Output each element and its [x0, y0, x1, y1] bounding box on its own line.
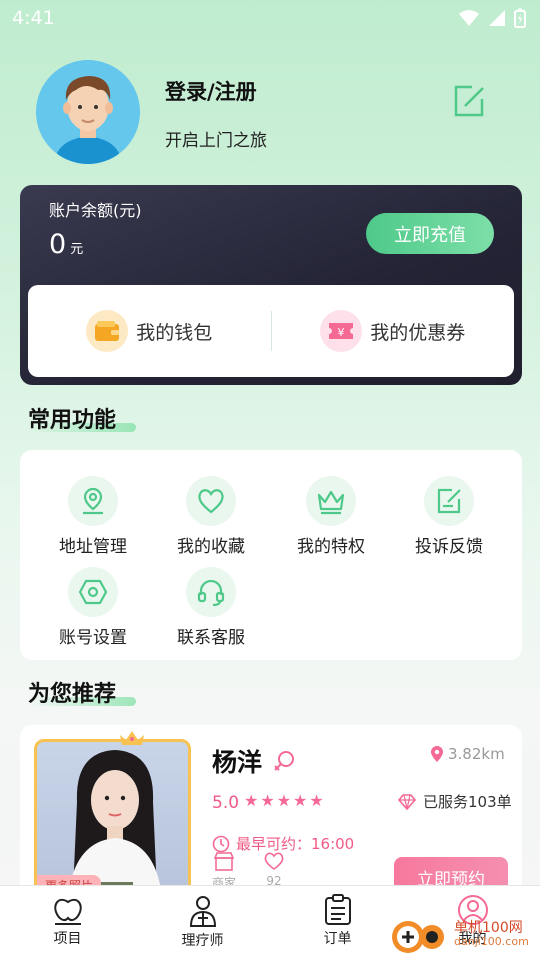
status-bar: 4:41	[0, 0, 540, 36]
tab-label: 项目	[53, 931, 82, 947]
location-pin-icon	[431, 746, 443, 762]
distance: 3.82km	[430, 745, 505, 763]
headset-icon	[186, 567, 236, 617]
my-wallet-button[interactable]: 我的钱包	[28, 285, 271, 377]
avatar[interactable]	[36, 60, 140, 164]
edit-icon[interactable]	[452, 84, 486, 118]
battery-icon	[514, 8, 526, 28]
rating-stars: ★★★★★	[244, 791, 326, 810]
func-my-privileges[interactable]: 我的特权	[276, 476, 386, 560]
served-label: 已服务103单	[423, 793, 512, 811]
heart-icon	[186, 476, 236, 526]
my-coupon-button[interactable]: ¥ 我的优惠券	[272, 285, 515, 377]
func-address-management[interactable]: 地址管理	[38, 476, 148, 560]
like-heart-icon	[264, 852, 284, 870]
location-icon	[68, 476, 118, 526]
shop-icon	[213, 852, 235, 871]
profile-subtitle: 开启上门之旅	[165, 131, 267, 151]
func-account-settings[interactable]: 账号设置	[38, 567, 148, 651]
therapist-card[interactable]: 更多照片 杨洋 3.82km 5.0 ★★★★★ 已服务103单 最早可约：16…	[20, 725, 522, 895]
rating-score: 5.0	[212, 793, 240, 813]
therapist-name: 杨洋	[212, 748, 263, 777]
balance-card: 账户余额(元) 0元 立即充值 我的钱包 ¥ 我的优惠券	[20, 185, 522, 385]
distance-value: 3.82km	[448, 745, 505, 763]
func-label: 我的特权	[297, 537, 365, 557]
female-gender-icon	[274, 751, 294, 771]
profile-header: 登录/注册 开启上门之旅	[36, 60, 506, 166]
diamond-icon	[397, 793, 417, 810]
recharge-button[interactable]: 立即充值	[366, 213, 494, 254]
tab-project[interactable]: 项目	[0, 886, 135, 960]
my-wallet-label: 我的钱包	[136, 321, 213, 344]
common-functions-label: 常用功能	[28, 408, 117, 433]
therapist-icon	[189, 896, 216, 927]
recommend-label: 为您推荐	[28, 682, 117, 707]
tab-therapist[interactable]: 理疗师	[135, 886, 270, 960]
tab-order[interactable]: 订单	[270, 886, 405, 960]
clock-icon	[212, 835, 230, 852]
balance-value: 0	[49, 229, 67, 260]
crown-icon	[306, 476, 356, 526]
func-my-favorites[interactable]: 我的收藏	[156, 476, 266, 560]
project-icon	[53, 898, 82, 925]
func-label: 我的收藏	[177, 537, 245, 557]
func-label: 投诉反馈	[415, 537, 483, 557]
watermark-title: 单机100网	[454, 920, 523, 936]
watermark: 单机100网 danji100.com	[388, 915, 529, 955]
func-complaint-feedback[interactable]: 投诉反馈	[394, 476, 504, 560]
balance-unit: 元	[70, 242, 84, 257]
tab-label: 订单	[323, 931, 352, 947]
balance-label: 账户余额(元)	[49, 201, 142, 220]
hexagon-settings-icon	[68, 567, 118, 617]
svg-text:¥: ¥	[338, 326, 345, 339]
coupon-icon: ¥	[320, 310, 363, 352]
func-label: 联系客服	[177, 628, 245, 648]
func-contact-service[interactable]: 联系客服	[156, 567, 266, 651]
status-icons	[458, 8, 526, 28]
signal-icon	[489, 10, 505, 26]
tab-label: 理疗师	[181, 933, 224, 949]
wifi-icon	[459, 10, 479, 26]
login-register-link[interactable]: 登录/注册	[165, 76, 257, 106]
like-stat[interactable]: 92	[260, 851, 288, 888]
common-functions-title: 常用功能	[28, 402, 136, 434]
balance-amount: 0元	[49, 229, 83, 260]
func-label: 地址管理	[59, 537, 127, 557]
status-time: 4:41	[12, 7, 55, 29]
earliest-label: 最早可约：16:00	[236, 835, 355, 853]
my-coupon-label: 我的优惠券	[370, 321, 466, 344]
crown-badge-icon	[120, 731, 144, 745]
recommend-title: 为您推荐	[28, 676, 136, 708]
func-label: 账号设置	[59, 628, 127, 648]
common-functions-card: 地址管理 我的收藏 我的特权 投诉反馈 账号设置 联系客服	[20, 450, 522, 660]
therapist-photo[interactable]: 更多照片	[34, 739, 191, 895]
wallet-icon	[86, 310, 129, 352]
wallet-row: 我的钱包 ¥ 我的优惠券	[28, 285, 514, 377]
watermark-logo-icon	[392, 921, 444, 953]
order-icon	[324, 894, 351, 925]
feedback-icon	[424, 476, 474, 526]
watermark-text: 单机100网 danji100.com	[454, 921, 529, 949]
served-count: 已服务103单	[397, 791, 512, 812]
watermark-url: danji100.com	[454, 935, 529, 948]
